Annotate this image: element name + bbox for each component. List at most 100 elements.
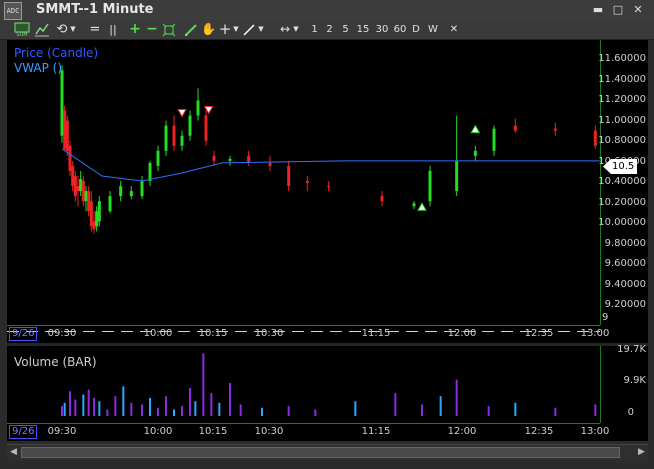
- volume-bar: [189, 387, 191, 416]
- time-tick: 10:15: [198, 426, 228, 437]
- interval-5-button[interactable]: 5: [340, 21, 351, 38]
- volume-bar: [87, 389, 90, 416]
- horizontal-lines-icon[interactable]: =: [88, 21, 102, 38]
- horizontal-scrollbar[interactable]: ◀ ▶: [7, 444, 648, 460]
- title-bar[interactable]: ADC SMMT--1 Minute ▬ □ ✕: [0, 0, 654, 21]
- price-tick: 9.40000: [604, 279, 646, 290]
- volume-bar: [141, 404, 143, 416]
- candle-body: [97, 201, 101, 222]
- candle-body: [164, 125, 168, 151]
- price-axis[interactable]: 11.60000 11.40000 11.20000 11.00000 10.8…: [598, 40, 648, 325]
- time-tick: 13:00: [580, 426, 610, 437]
- volume-legend: Volume (BAR): [14, 355, 97, 369]
- candle-body: [380, 196, 384, 202]
- vwap-legend: VWAP (): [14, 61, 63, 75]
- volume-bar: [122, 386, 125, 416]
- candle-body: [180, 135, 184, 146]
- candle-body: [71, 165, 75, 187]
- time-tick: 11:15: [361, 328, 391, 339]
- interval-30-button[interactable]: 30: [374, 21, 390, 38]
- scroll-right-icon[interactable]: ▶: [635, 445, 648, 460]
- price-time-axis[interactable]: 9/26 09:30 10:00 10:15 10:30 11:15 12:00…: [7, 325, 648, 343]
- candle-body: [148, 162, 152, 182]
- candle-body: [327, 186, 331, 188]
- candle-body: [513, 125, 517, 131]
- svg-text:SUM: SUM: [16, 32, 27, 38]
- scroll-dropdown-icon[interactable]: ▼: [292, 21, 300, 38]
- window-title: SMMT--1 Minute: [36, 2, 154, 17]
- interval-60-button[interactable]: 60: [392, 21, 408, 38]
- price-tick: 10.20000: [598, 197, 646, 208]
- candle-body: [247, 155, 251, 163]
- interval-weekly-button[interactable]: W: [426, 21, 440, 38]
- date-label: 9/26: [9, 327, 38, 341]
- price-tick: 11.60000: [598, 53, 646, 64]
- scroll-arrows-icon[interactable]: ↔: [278, 21, 292, 38]
- trend-line-icon[interactable]: [242, 21, 256, 38]
- scroll-left-icon[interactable]: ◀: [7, 445, 20, 460]
- pencil-icon[interactable]: [184, 21, 198, 38]
- volume-bar: [287, 406, 290, 416]
- volume-bar: [130, 402, 133, 416]
- interval-2-button[interactable]: 2: [324, 21, 335, 38]
- candle-body: [412, 203, 416, 207]
- hand-pan-icon[interactable]: ✋: [201, 21, 216, 38]
- time-tick: 10:30: [254, 426, 284, 437]
- volume-time-axis[interactable]: 9/26 09:30 10:00 10:15 10:30 11:15 12:00…: [7, 423, 648, 441]
- zoom-in-icon[interactable]: +: [128, 21, 142, 38]
- refresh-dropdown-icon[interactable]: ▼: [69, 21, 77, 38]
- time-tick: 09:30: [47, 328, 77, 339]
- zoom-out-icon[interactable]: −: [145, 21, 159, 38]
- refresh-icon[interactable]: ⟲: [55, 21, 69, 38]
- maximize-button[interactable]: □: [610, 3, 626, 17]
- volume-bar: [202, 353, 205, 416]
- candle-body: [65, 120, 69, 151]
- volume-tick: 9.9K: [623, 375, 646, 386]
- volume-axis[interactable]: 19.7K 9.9K 0: [600, 344, 648, 423]
- candle-body: [68, 145, 72, 171]
- draw-dropdown-icon[interactable]: ▼: [257, 21, 265, 38]
- candle-body: [81, 181, 85, 202]
- volume-bar: [354, 401, 357, 416]
- price-tick: 9: [602, 312, 609, 323]
- volume-bar: [487, 406, 490, 416]
- crosshair-icon[interactable]: +: [218, 21, 232, 38]
- time-tick: 12:00: [447, 328, 477, 339]
- interval-daily-button[interactable]: D: [410, 21, 422, 38]
- minimize-button[interactable]: ▬: [590, 3, 606, 17]
- time-tick: 10:00: [143, 328, 173, 339]
- volume-bar: [173, 409, 175, 416]
- fit-screen-icon[interactable]: [162, 21, 176, 38]
- volume-bar: [98, 401, 101, 416]
- vwap-line: [61, 148, 622, 182]
- volume-bar: [229, 383, 231, 416]
- candle-body: [73, 176, 77, 197]
- volume-bar: [106, 409, 109, 416]
- crosshair-dropdown-icon[interactable]: ▼: [232, 21, 240, 38]
- volume-bar: [314, 409, 317, 416]
- price-chart[interactable]: [7, 40, 622, 325]
- close-window-button[interactable]: ✕: [630, 3, 646, 17]
- candle-body: [593, 130, 597, 146]
- toolbar-close-icon[interactable]: ✕: [448, 21, 460, 38]
- price-tick: 10.40000: [598, 176, 646, 187]
- time-tick: 10:30: [254, 328, 284, 339]
- summary-icon[interactable]: SUM: [14, 21, 30, 38]
- candle-body: [455, 160, 459, 192]
- chart-style-icon[interactable]: [34, 21, 50, 38]
- volume-bar: [181, 406, 183, 416]
- volume-bar: [194, 401, 197, 416]
- vertical-lines-icon[interactable]: ||: [106, 21, 120, 38]
- volume-bar: [239, 404, 242, 416]
- volume-bar: [394, 392, 397, 416]
- price-pane[interactable]: Price (Candle) VWAP (): [7, 40, 622, 325]
- interval-15-button[interactable]: 15: [355, 21, 371, 38]
- volume-tick: 19.7K: [617, 344, 646, 355]
- candle-body: [196, 100, 200, 116]
- buy-signal-marker: [417, 202, 427, 211]
- scrollbar-thumb[interactable]: [21, 447, 620, 458]
- price-tick: 9.80000: [604, 238, 646, 249]
- candle-body: [108, 196, 112, 212]
- volume-pane[interactable]: Volume (BAR): [7, 346, 618, 423]
- interval-1-button[interactable]: 1: [309, 21, 320, 38]
